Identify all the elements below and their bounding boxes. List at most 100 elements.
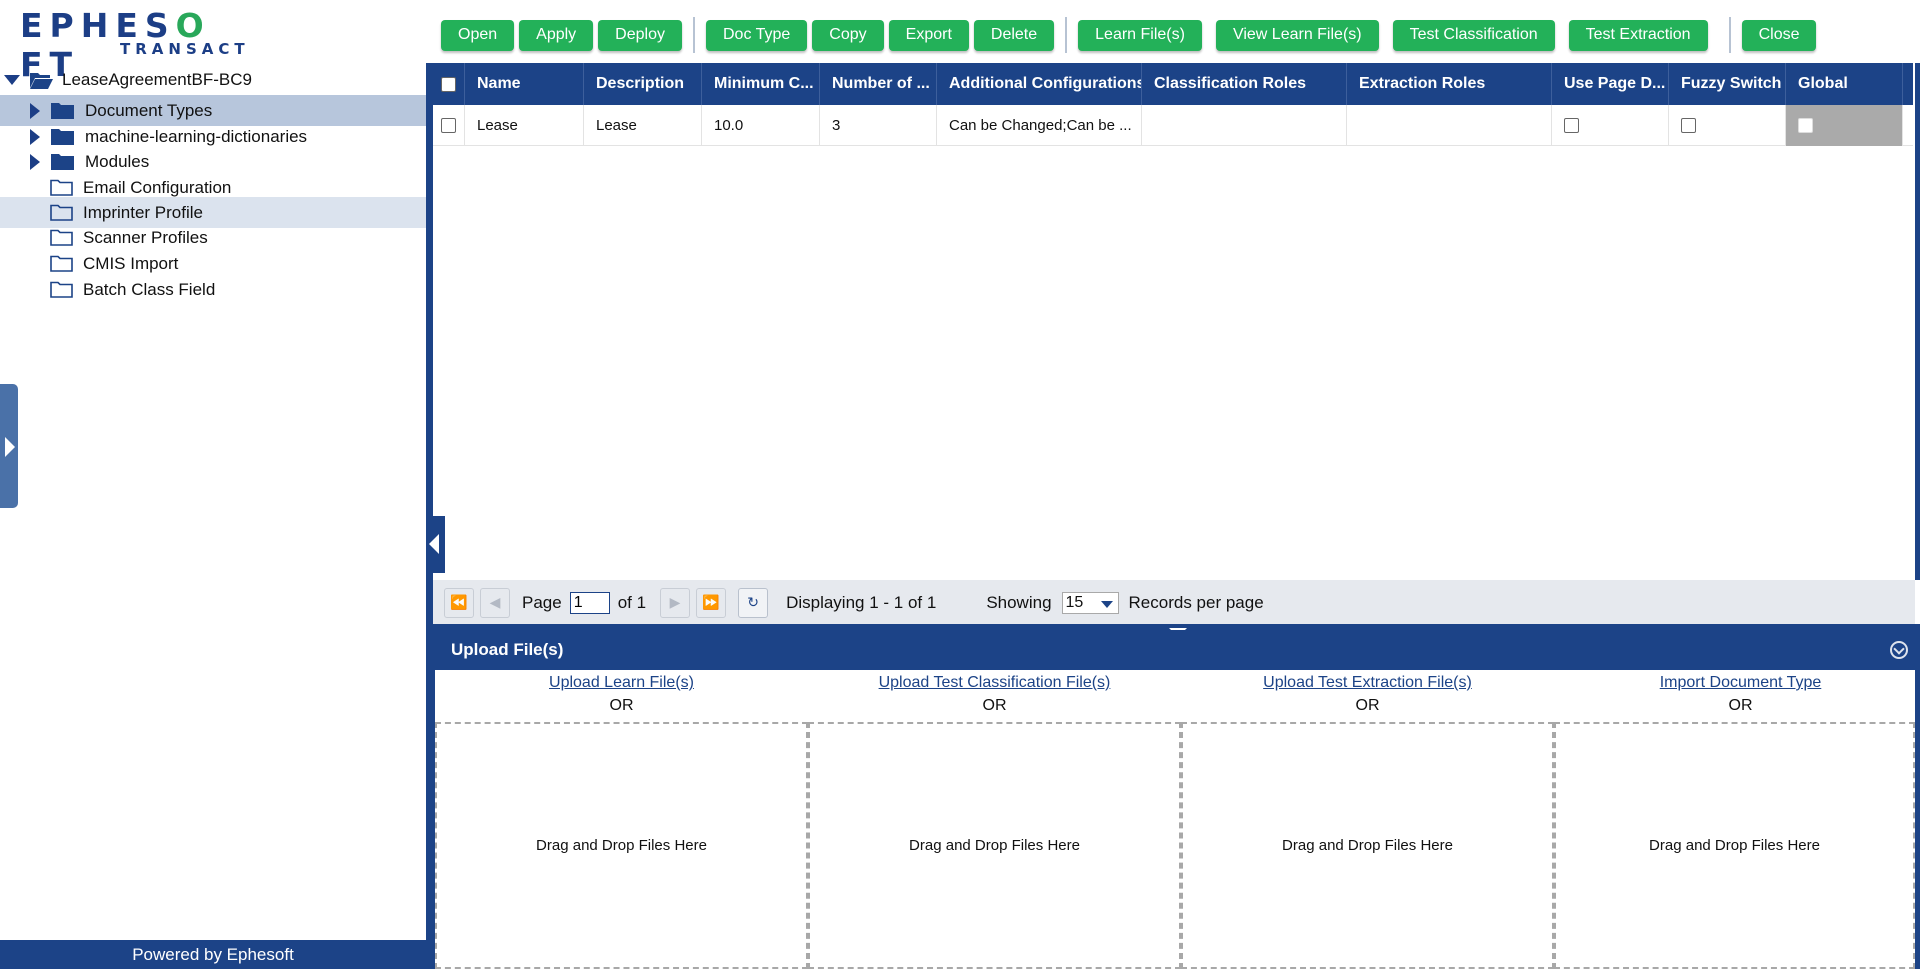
cell-minimum-confidence[interactable]: 10.0 — [702, 105, 820, 146]
cell-use-page-d — [1552, 105, 1669, 146]
refresh-icon: ↻ — [747, 594, 759, 611]
document-types-grid: Name Description Minimum C... Number of … — [433, 63, 1920, 580]
folder-outline-icon — [50, 281, 73, 298]
cell-name[interactable]: Lease — [465, 105, 584, 146]
column-header-classification-roles[interactable]: Classification Roles — [1142, 63, 1347, 105]
cell-additional-configurations[interactable]: Can be Changed;Can be ... — [937, 105, 1142, 146]
or-label: OR — [609, 697, 634, 714]
view-learn-files-button[interactable]: View Learn File(s) — [1215, 19, 1379, 51]
expand-right-icon[interactable] — [30, 128, 40, 145]
test-classification-button[interactable]: Test Classification — [1392, 19, 1555, 51]
close-button[interactable]: Close — [1741, 19, 1817, 51]
column-header-number-of[interactable]: Number of ... — [820, 63, 937, 105]
or-label: OR — [1728, 697, 1753, 714]
expand-right-icon[interactable] — [30, 102, 40, 119]
fuzzy-switch-checkbox[interactable] — [1681, 118, 1696, 133]
column-header-additional-configurations[interactable]: Additional Configurations — [937, 63, 1142, 105]
cell-number-of[interactable]: 3 — [820, 105, 937, 146]
folder-outline-icon — [50, 229, 73, 246]
powered-by-footer: Powered by Ephesoft — [0, 940, 426, 969]
upload-files-title: Upload File(s) — [451, 640, 564, 659]
import-document-type-dropzone[interactable]: Drag and Drop Files Here — [1554, 722, 1915, 969]
tree-item-batch-class-field[interactable]: Batch Class Field — [0, 274, 426, 305]
previous-page-button[interactable]: ◀ — [480, 587, 510, 618]
tree-item-label: Scanner Profiles — [83, 227, 208, 247]
delete-button[interactable]: Delete — [973, 19, 1055, 51]
tree-item-label: Imprinter Profile — [83, 202, 203, 222]
first-page-button[interactable]: ⏪ — [444, 587, 474, 618]
table-row[interactable]: Lease Lease 10.0 3 Can be Changed;Can be… — [433, 105, 1913, 146]
upload-test-classification-files-link[interactable]: Upload Test Classification File(s) — [808, 674, 1181, 692]
cell-classification-roles[interactable] — [1142, 105, 1347, 146]
select-all-checkbox[interactable] — [441, 76, 456, 92]
ephesoft-logo: EPHESOFT TRANSACT — [20, 4, 245, 84]
export-button[interactable]: Export — [888, 19, 969, 51]
chevron-down-icon — [1100, 600, 1113, 608]
folder-open-icon — [30, 72, 53, 89]
last-page-button[interactable]: ⏩ — [696, 587, 727, 618]
use-page-d-checkbox[interactable] — [1564, 118, 1579, 133]
collapse-left-panel-handle[interactable] — [426, 516, 445, 573]
global-checkbox[interactable] — [1798, 118, 1813, 133]
or-label: OR — [1355, 697, 1380, 714]
column-header-extraction-roles[interactable]: Extraction Roles — [1347, 63, 1552, 105]
page-number-input[interactable] — [569, 591, 610, 614]
row-checkbox[interactable] — [441, 118, 456, 133]
learn-files-button[interactable]: Learn File(s) — [1078, 19, 1202, 51]
tree-item-label: Email Configuration — [83, 177, 232, 197]
toolbar-separator — [1728, 17, 1731, 53]
test-classification-dropzone[interactable]: Drag and Drop Files Here — [808, 722, 1181, 969]
folder-outline-icon — [50, 179, 73, 196]
test-extraction-button[interactable]: Test Extraction — [1568, 19, 1708, 51]
records-per-page-label: Records per page — [1128, 592, 1264, 612]
toolbar-separator — [692, 17, 695, 53]
upload-test-extraction-files-link[interactable]: Upload Test Extraction File(s) — [1181, 674, 1554, 692]
row-select-cell — [433, 105, 465, 146]
expand-right-icon[interactable] — [30, 153, 40, 170]
upload-learn-files-link[interactable]: Upload Learn File(s) — [435, 674, 808, 692]
column-header-name[interactable]: Name — [465, 63, 584, 105]
tree-item-label: Batch Class Field — [83, 279, 216, 299]
folder-outline-icon — [50, 204, 73, 221]
cell-global — [1786, 105, 1903, 146]
copy-button[interactable]: Copy — [812, 19, 884, 51]
column-header-global[interactable]: Global — [1786, 63, 1903, 105]
column-header-minimum-confidence[interactable]: Minimum C... — [702, 63, 820, 105]
next-page-button[interactable]: ▶ — [660, 587, 691, 618]
apply-button[interactable]: Apply — [519, 19, 594, 51]
column-header-description[interactable]: Description — [584, 63, 702, 105]
import-document-type-link[interactable]: Import Document Type — [1554, 674, 1920, 692]
cell-extraction-roles[interactable] — [1347, 105, 1552, 146]
cell-fuzzy-switch — [1669, 105, 1786, 146]
learn-files-dropzone[interactable]: Drag and Drop Files Here — [435, 722, 808, 969]
batch-class-tree: LeaseAgreementBF-BC9 Document Types mach… — [0, 65, 426, 941]
displaying-label: Displaying 1 - 1 of 1 — [786, 592, 937, 612]
column-header-fuzzy-switch[interactable]: Fuzzy Switch — [1669, 63, 1786, 105]
open-button[interactable]: Open — [441, 19, 515, 51]
grid-header: Name Description Minimum C... Number of … — [433, 63, 1913, 105]
arrow-left-icon — [429, 534, 439, 554]
toolbar: Open Apply Deploy Doc Type Copy Export D… — [441, 17, 1821, 53]
expand-left-panel-handle[interactable] — [0, 384, 18, 508]
upload-files-panel: Upload Learn File(s) OR Drag and Drop Fi… — [433, 670, 1920, 969]
collapse-chevron-icon[interactable] — [1890, 641, 1908, 659]
pagination-bar: ⏪ ◀ Page of 1 ▶ ⏩ ↻ Displaying 1 - 1 of … — [433, 580, 1915, 625]
deploy-button[interactable]: Deploy — [598, 19, 682, 51]
tree-item-label: Modules — [85, 151, 150, 171]
doc-type-button[interactable]: Doc Type — [705, 19, 808, 51]
folder-icon — [51, 103, 74, 119]
refresh-button[interactable]: ↻ — [738, 587, 769, 618]
records-per-page-select[interactable]: 15 — [1061, 591, 1119, 614]
upload-column-learn: Upload Learn File(s) OR Drag and Drop Fi… — [435, 670, 808, 969]
tree-root-node[interactable]: LeaseAgreementBF-BC9 — [0, 65, 426, 95]
cell-description[interactable]: Lease — [584, 105, 702, 146]
expand-down-icon[interactable] — [4, 75, 20, 85]
folder-outline-icon — [50, 255, 73, 272]
column-header-use-page-d[interactable]: Use Page D... — [1552, 63, 1669, 105]
upload-files-header: Upload File(s) — [433, 630, 1920, 670]
page-label: Page — [522, 592, 562, 612]
test-extraction-dropzone[interactable]: Drag and Drop Files Here — [1181, 722, 1554, 969]
tree-item-label: CMIS Import — [83, 253, 179, 273]
tree-item-label: Document Types — [85, 100, 213, 120]
upload-column-import-document-type: Import Document Type OR Drag and Drop Fi… — [1554, 670, 1920, 969]
